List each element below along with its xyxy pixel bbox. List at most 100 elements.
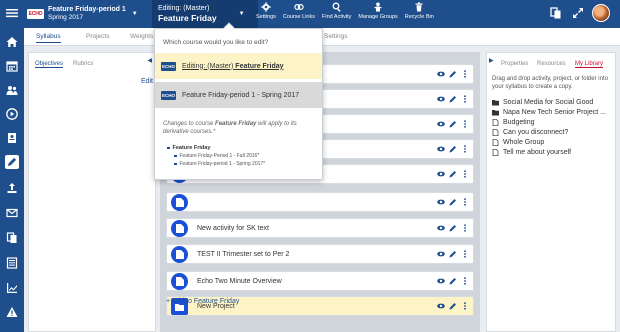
edit-icon[interactable] <box>449 95 457 103</box>
view-icon[interactable] <box>437 145 445 153</box>
course-switcher-editing[interactable]: Editing: (Master) Feature Friday ▼ <box>152 0 258 28</box>
document-icon <box>492 148 499 156</box>
library-item[interactable]: Whole Group <box>492 137 606 147</box>
library-item[interactable]: Social Media for Social Good <box>492 97 606 107</box>
tab-objectives[interactable]: Objectives <box>35 61 64 68</box>
tab-my-library[interactable]: My Library <box>575 61 604 68</box>
library-item[interactable]: Tell me about yourself <box>492 147 606 157</box>
tab-properties[interactable]: Properties <box>501 61 528 67</box>
more-icon[interactable] <box>461 277 469 285</box>
settings-button[interactable]: Settings <box>256 2 276 20</box>
view-icon[interactable] <box>437 95 445 103</box>
tab-settings[interactable]: Settings <box>324 33 348 40</box>
search-icon <box>332 2 341 12</box>
list-item[interactable]: Echo Two Minute Overview <box>166 271 474 291</box>
view-icon[interactable] <box>437 170 445 178</box>
editing-course-title: Feature Friday <box>158 13 217 23</box>
more-icon[interactable] <box>461 224 469 232</box>
view-icon[interactable] <box>437 302 445 310</box>
echo-logo: ECHO <box>27 9 44 19</box>
topbar-right <box>540 4 610 22</box>
find-activity-button[interactable]: Find Activity <box>322 2 351 20</box>
tree-root: Feature Friday <box>167 144 265 152</box>
copy-button[interactable] <box>550 7 562 19</box>
avatar[interactable] <box>592 4 610 22</box>
rail-analytics[interactable] <box>5 281 19 295</box>
edit-icon[interactable] <box>449 250 457 258</box>
view-icon[interactable] <box>437 250 445 258</box>
derivative-tree: Feature Friday Feature Friday-Period 1 -… <box>167 144 265 168</box>
rail-people[interactable] <box>5 83 19 97</box>
rail-grades[interactable] <box>5 131 19 145</box>
pencil-icon <box>8 157 17 166</box>
edit-link[interactable]: Edit <box>141 78 153 85</box>
view-icon[interactable] <box>437 224 445 232</box>
library-item-label: Tell me about yourself <box>503 148 572 156</box>
view-icon[interactable] <box>437 120 445 128</box>
option-period-course[interactable]: ECHO Feature Friday-period 1 - Spring 20… <box>155 82 322 108</box>
collapse-left-icon[interactable]: ◀ <box>147 57 152 64</box>
item-title: Echo Two Minute Overview <box>197 278 282 285</box>
rail-library[interactable] <box>5 256 19 270</box>
library-item[interactable]: Budgeting <box>492 117 606 127</box>
add-to-course-link[interactable]: + Add to Feature Friday <box>166 298 239 305</box>
option-master-course[interactable]: ECHO Editing: (Master) Feature Friday <box>155 53 322 79</box>
edit-icon[interactable] <box>449 277 457 285</box>
manage-groups-label: Manage Groups <box>358 14 398 20</box>
rail-alerts[interactable] <box>5 305 19 319</box>
more-icon[interactable] <box>461 95 469 103</box>
course-edit-dropdown: Which course would you like to edit? ECH… <box>154 22 323 180</box>
edit-icon[interactable] <box>449 170 457 178</box>
option-master-label: Editing: (Master) Feature Friday <box>182 62 284 70</box>
edit-icon[interactable] <box>449 120 457 128</box>
view-icon[interactable] <box>437 198 445 206</box>
more-icon[interactable] <box>461 250 469 258</box>
view-icon[interactable] <box>437 277 445 285</box>
menu-button[interactable] <box>5 6 19 20</box>
tab-rubrics[interactable]: Rubrics <box>73 61 93 67</box>
course-links-button[interactable]: Course Links <box>283 2 315 20</box>
mail-icon <box>6 208 18 218</box>
settings-label: Settings <box>256 14 276 20</box>
derivative-note: Changes to course Feature Friday will ap… <box>163 121 297 135</box>
tab-projects[interactable]: Projects <box>86 33 109 40</box>
library-item[interactable]: Napa New Tech Senior Project ... <box>492 107 606 117</box>
course-switcher-current[interactable]: ECHO Feature Friday-period 1 Spring 2017… <box>27 0 149 28</box>
tab-syllabus[interactable]: Syllabus <box>36 33 61 43</box>
edit-icon[interactable] <box>449 302 457 310</box>
recycle-bin-label: Recycle Bin <box>404 14 434 20</box>
rail-calendar[interactable] <box>5 59 19 73</box>
collapse-right-icon[interactable]: ▶ <box>489 57 494 64</box>
tab-weights[interactable]: Weights <box>130 33 153 40</box>
rail-edit[interactable] <box>5 155 19 169</box>
list-item[interactable]: TEST II Trimester set to Per 2 <box>166 244 474 264</box>
edit-icon[interactable] <box>449 224 457 232</box>
edit-icon[interactable] <box>449 145 457 153</box>
trash-icon <box>415 2 423 12</box>
expand-button[interactable] <box>572 7 584 19</box>
view-icon[interactable] <box>437 70 445 78</box>
rail-media[interactable] <box>5 107 19 121</box>
more-icon[interactable] <box>461 302 469 310</box>
manage-groups-button[interactable]: Manage Groups <box>358 2 398 20</box>
edit-icon[interactable] <box>449 70 457 78</box>
chevron-down-icon: ▼ <box>238 11 245 17</box>
rail-documents[interactable] <box>5 231 19 245</box>
more-icon[interactable] <box>461 170 469 178</box>
item-title: TEST II Trimester set to Per 2 <box>197 251 290 258</box>
edit-icon[interactable] <box>449 198 457 206</box>
library-item-label: Can you disconnect? <box>503 128 569 136</box>
list-item[interactable]: New activity for SK text <box>166 218 474 238</box>
more-icon[interactable] <box>461 198 469 206</box>
tab-resources[interactable]: Resources <box>537 61 566 67</box>
rail-home[interactable] <box>5 35 19 49</box>
recycle-bin-button[interactable]: Recycle Bin <box>405 2 434 20</box>
list-item[interactable] <box>166 192 474 212</box>
more-icon[interactable] <box>461 70 469 78</box>
more-icon[interactable] <box>461 145 469 153</box>
rail-mail[interactable] <box>5 206 19 220</box>
more-icon[interactable] <box>461 120 469 128</box>
document-icon <box>175 250 184 259</box>
library-item[interactable]: Can you disconnect? <box>492 127 606 137</box>
rail-uploads[interactable] <box>5 181 19 195</box>
